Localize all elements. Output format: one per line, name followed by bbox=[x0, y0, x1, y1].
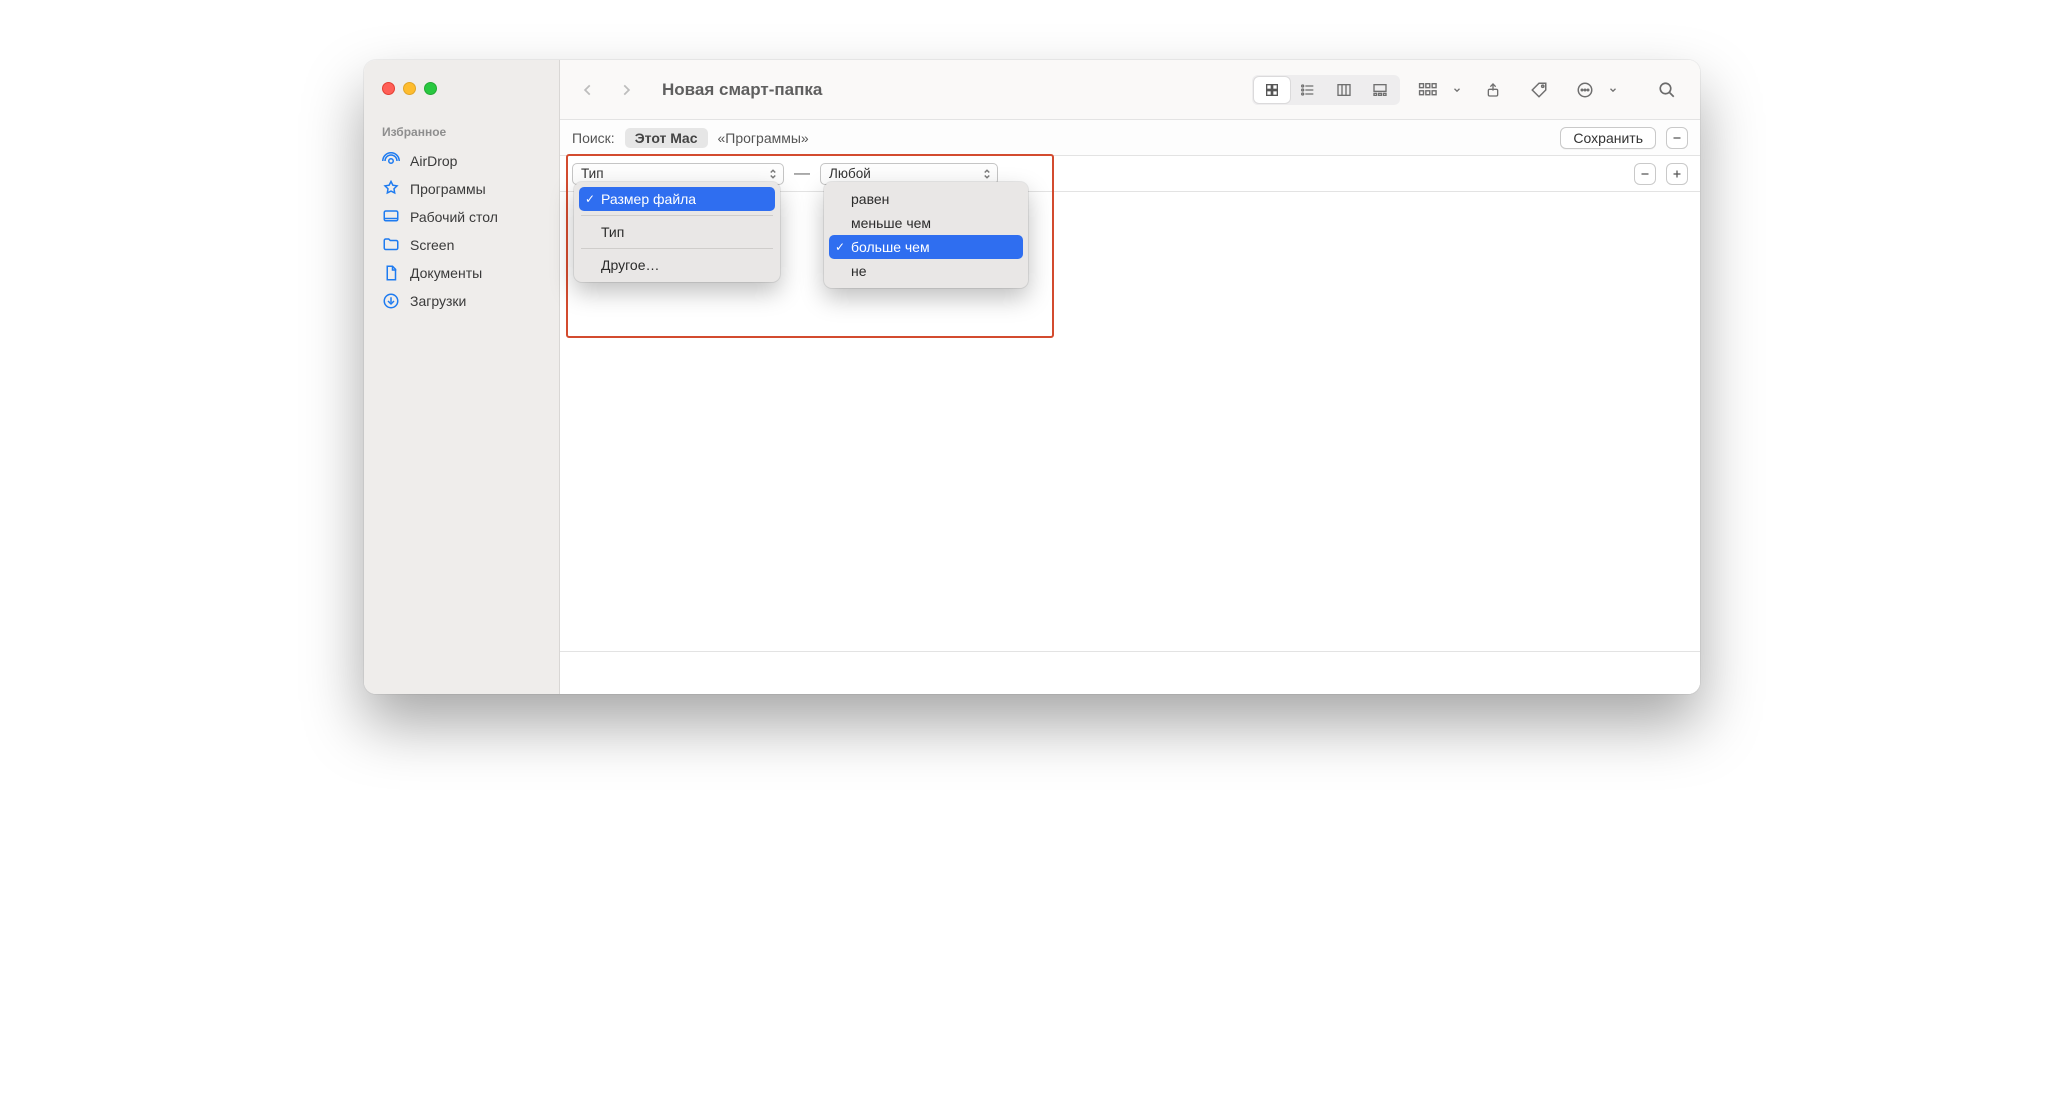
downloads-icon bbox=[382, 292, 400, 310]
sidebar-item-downloads[interactable]: Загрузки bbox=[364, 287, 559, 315]
finder-window: Избранное AirDrop Программы Рабочий стол bbox=[364, 60, 1700, 694]
nav-arrows bbox=[578, 80, 636, 100]
chevron-down-icon bbox=[1452, 85, 1462, 95]
menu-item-label: Тип bbox=[601, 224, 624, 240]
scope-this-mac[interactable]: Этот Mac bbox=[625, 128, 708, 148]
menu-item-label: Размер файла bbox=[601, 191, 696, 207]
window-controls bbox=[364, 82, 559, 95]
remove-criteria-button[interactable] bbox=[1666, 127, 1688, 149]
scope-label: Поиск: bbox=[572, 130, 615, 146]
view-columns-button[interactable] bbox=[1326, 77, 1362, 103]
tags-button[interactable] bbox=[1524, 77, 1554, 103]
menu-item-greater-than[interactable]: ✓ больше чем bbox=[829, 235, 1023, 259]
menu-item-label: больше чем bbox=[851, 239, 930, 255]
minimize-window-button[interactable] bbox=[403, 82, 416, 95]
rule-separator: — bbox=[794, 165, 810, 183]
caret-icon bbox=[983, 168, 991, 180]
checkmark-icon: ✓ bbox=[585, 192, 595, 206]
chevron-down-icon bbox=[1608, 85, 1618, 95]
menu-item-equals[interactable]: равен bbox=[829, 187, 1023, 211]
sidebar-item-label: Рабочий стол bbox=[410, 209, 498, 225]
sidebar-item-desktop[interactable]: Рабочий стол bbox=[364, 203, 559, 231]
checkmark-icon: ✓ bbox=[835, 240, 845, 254]
attribute-dropdown-menu: ✓ Размер файла Тип Другое… bbox=[574, 182, 780, 282]
desktop-icon bbox=[382, 208, 400, 226]
view-switcher bbox=[1252, 75, 1400, 105]
window-title: Новая смарт-папка bbox=[662, 80, 822, 100]
sidebar-item-screen[interactable]: Screen bbox=[364, 231, 559, 259]
remove-rule-button[interactable] bbox=[1634, 163, 1656, 185]
menu-item-not[interactable]: не bbox=[829, 259, 1023, 283]
menu-item-label: равен bbox=[851, 191, 889, 207]
share-button[interactable] bbox=[1478, 77, 1508, 103]
sidebar-item-airdrop[interactable]: AirDrop bbox=[364, 147, 559, 175]
menu-item-file-size[interactable]: ✓ Размер файла bbox=[579, 187, 775, 211]
sidebar-section-favorites: Избранное bbox=[364, 125, 559, 147]
group-by-button[interactable] bbox=[1414, 77, 1444, 103]
menu-separator bbox=[581, 215, 773, 216]
menu-item-type[interactable]: Тип bbox=[579, 220, 775, 244]
airdrop-icon bbox=[382, 152, 400, 170]
save-smart-folder-button[interactable]: Сохранить bbox=[1560, 127, 1656, 149]
status-bar-divider bbox=[560, 651, 1700, 652]
search-button[interactable] bbox=[1652, 77, 1682, 103]
sidebar-item-label: AirDrop bbox=[410, 153, 457, 169]
search-scope-bar: Поиск: Этот Mac «Программы» Сохранить bbox=[560, 120, 1700, 156]
operator-dropdown-menu: равен меньше чем ✓ больше чем не bbox=[824, 182, 1028, 288]
menu-item-label: меньше чем bbox=[851, 215, 931, 231]
back-button[interactable] bbox=[578, 80, 598, 100]
sidebar-item-label: Screen bbox=[410, 237, 454, 253]
zoom-window-button[interactable] bbox=[424, 82, 437, 95]
rule-attribute-value: Тип bbox=[581, 166, 604, 181]
forward-button[interactable] bbox=[616, 80, 636, 100]
menu-item-label: Другое… bbox=[601, 257, 659, 273]
add-rule-button[interactable] bbox=[1666, 163, 1688, 185]
applications-icon bbox=[382, 180, 400, 198]
menu-item-label: не bbox=[851, 263, 867, 279]
view-gallery-button[interactable] bbox=[1362, 77, 1398, 103]
view-icons-button[interactable] bbox=[1254, 77, 1290, 103]
menu-item-other[interactable]: Другое… bbox=[579, 253, 775, 277]
actions-button[interactable] bbox=[1570, 77, 1600, 103]
toolbar: Новая смарт-папка bbox=[560, 60, 1700, 120]
caret-icon bbox=[769, 168, 777, 180]
sidebar-item-documents[interactable]: Документы bbox=[364, 259, 559, 287]
folder-icon bbox=[382, 236, 400, 254]
menu-item-less-than[interactable]: меньше чем bbox=[829, 211, 1023, 235]
close-window-button[interactable] bbox=[382, 82, 395, 95]
sidebar-item-label: Загрузки bbox=[410, 293, 466, 309]
main-area: Новая смарт-папка bbox=[560, 60, 1700, 694]
document-icon bbox=[382, 264, 400, 282]
sidebar-item-applications[interactable]: Программы bbox=[364, 175, 559, 203]
view-list-button[interactable] bbox=[1290, 77, 1326, 103]
rule-value-value: Любой bbox=[829, 166, 871, 181]
scope-current-folder[interactable]: «Программы» bbox=[718, 130, 809, 146]
sidebar-item-label: Документы bbox=[410, 265, 482, 281]
sidebar: Избранное AirDrop Программы Рабочий стол bbox=[364, 60, 560, 694]
toolbar-right-group bbox=[1414, 77, 1682, 103]
sidebar-item-label: Программы bbox=[410, 181, 486, 197]
menu-separator bbox=[581, 248, 773, 249]
